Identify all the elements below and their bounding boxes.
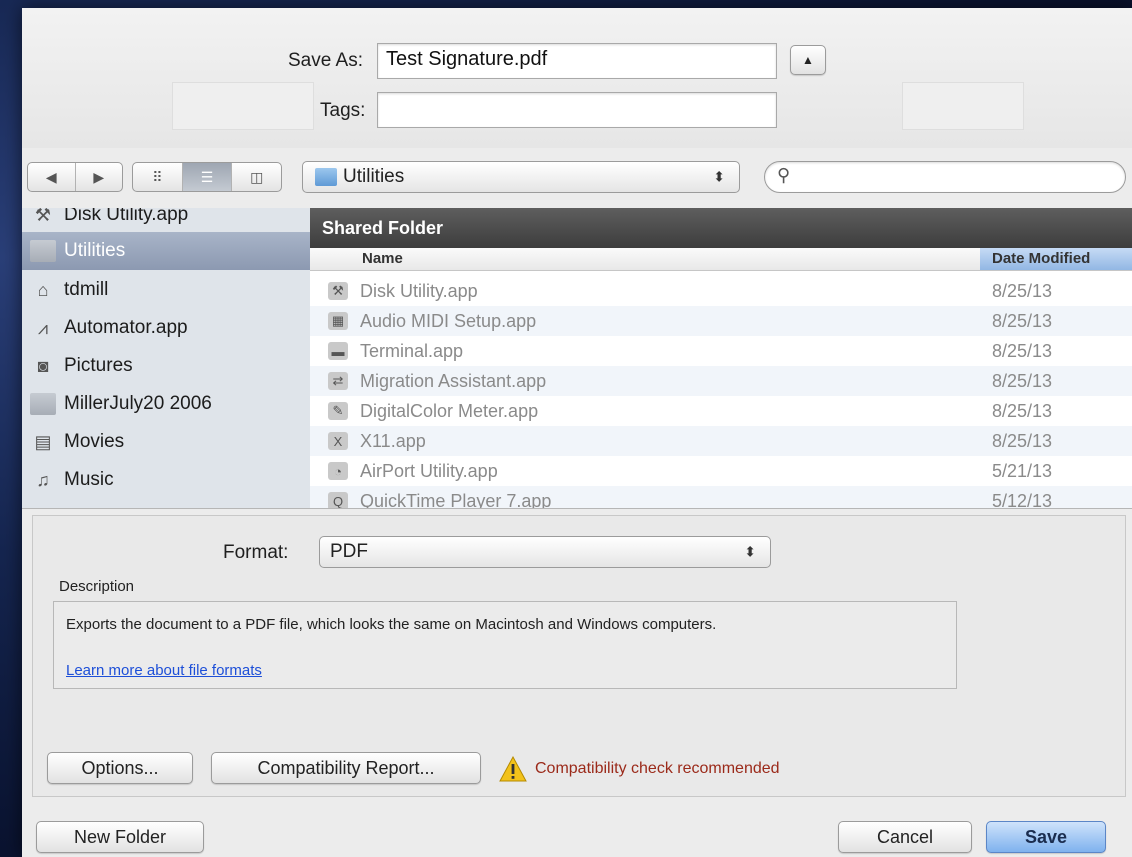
sidebar-item-tdmill[interactable]: ⌂ tdmill bbox=[22, 271, 310, 309]
list-item[interactable]: X X11.app 8/25/13 bbox=[310, 426, 1132, 456]
list-view-icon[interactable]: ☰ bbox=[181, 163, 232, 191]
sidebar-item-pictures[interactable]: ◙ Pictures bbox=[22, 347, 310, 385]
list-item[interactable]: ⇄ Migration Assistant.app 8/25/13 bbox=[310, 366, 1132, 396]
location-label: Utilities bbox=[343, 166, 405, 187]
save-as-field[interactable]: Test Signature.pdf bbox=[377, 43, 777, 79]
file-list: Shared Folder Name Date Modified ⚒ Disk … bbox=[310, 208, 1132, 508]
popup-arrows-icon: ⬍ bbox=[713, 168, 725, 185]
app-icon: ⩘ bbox=[37, 317, 49, 338]
icon-view-icon[interactable]: ⠿ bbox=[133, 163, 182, 191]
view-mode-control[interactable]: ⠿ ☰ ◫ bbox=[132, 162, 282, 192]
list-item[interactable]: ◔ AirPort Utility.app 5/21/13 bbox=[310, 456, 1132, 486]
forward-icon[interactable]: ▶ bbox=[74, 163, 123, 191]
sidebar-item-millerjuly[interactable]: MillerJuly20 2006 bbox=[22, 385, 310, 423]
learn-more-link[interactable]: Learn more about file formats bbox=[66, 662, 262, 679]
chevron-up-icon: ▲ bbox=[802, 53, 814, 67]
format-value: PDF bbox=[330, 541, 368, 562]
sidebar-item-label: Music bbox=[64, 469, 114, 490]
sidebar-item-label: tdmill bbox=[64, 279, 109, 300]
terminal-icon: ▬ bbox=[328, 342, 348, 360]
search-icon: ⚲ bbox=[777, 165, 791, 185]
save-button[interactable]: Save bbox=[986, 821, 1106, 853]
sidebar-item-utilities[interactable]: Utilities bbox=[22, 232, 310, 270]
back-icon[interactable]: ◀ bbox=[28, 163, 75, 191]
folder-icon bbox=[315, 168, 337, 186]
quicktime-icon: Q bbox=[328, 492, 348, 508]
home-icon: ⌂ bbox=[37, 279, 49, 300]
sidebar-item-movies[interactable]: ▤ Movies bbox=[22, 423, 310, 461]
list-item[interactable]: Q QuickTime Player 7.app 5/12/13 bbox=[310, 486, 1132, 508]
app-icon: ⚒ bbox=[34, 208, 52, 225]
description-box: Exports the document to a PDF file, whic… bbox=[53, 601, 957, 689]
column-view-icon[interactable]: ◫ bbox=[231, 163, 281, 191]
back-forward-control[interactable]: ◀ ▶ bbox=[27, 162, 123, 192]
sidebar-item-label: Movies bbox=[64, 431, 125, 452]
x11-icon: X bbox=[328, 432, 348, 450]
sidebar-item-music[interactable]: ♫ Music bbox=[22, 461, 310, 499]
film-icon: ▤ bbox=[34, 431, 52, 452]
description-text: Exports the document to a PDF file, whic… bbox=[66, 616, 717, 633]
sidebar: ⚒ Disk Utility.app Utilities ⌂ tdmill ⩘ … bbox=[22, 208, 311, 508]
list-item[interactable]: ▦ Audio MIDI Setup.app 8/25/13 bbox=[310, 306, 1132, 336]
sidebar-item-label: Utilities bbox=[64, 240, 126, 261]
compatibility-warning: Compatibility check recommended bbox=[535, 760, 780, 777]
app-icon: ⇄ bbox=[328, 372, 348, 390]
format-popup[interactable]: PDF ⬍ bbox=[319, 536, 771, 568]
folder-icon bbox=[30, 240, 56, 262]
popup-arrows-icon: ⬍ bbox=[744, 543, 756, 560]
sidebar-item-label: Pictures bbox=[64, 355, 133, 376]
location-popup[interactable]: Utilities ⬍ bbox=[302, 161, 740, 193]
music-icon: ♫ bbox=[36, 469, 50, 490]
app-icon: ▦ bbox=[328, 312, 348, 330]
list-title: Shared Folder bbox=[310, 208, 1132, 248]
app-icon: ⚒ bbox=[328, 282, 348, 300]
app-icon: ✎ bbox=[328, 402, 348, 420]
new-folder-button[interactable]: New Folder bbox=[36, 821, 204, 853]
save-dialog: Save As: Test Signature.pdf ▲ Tags: ◀ ▶ … bbox=[22, 8, 1132, 857]
sidebar-item-label: Disk Utility.app bbox=[64, 208, 189, 225]
format-label: Format: bbox=[223, 542, 289, 563]
list-item[interactable]: ⚒ Disk Utility.app 8/25/13 bbox=[310, 276, 1132, 306]
sidebar-item-label: Automator.app bbox=[64, 317, 188, 338]
camera-icon: ◙ bbox=[37, 355, 49, 376]
column-header: Name Date Modified bbox=[310, 248, 1132, 271]
sidebar-item-automator[interactable]: ⩘ Automator.app bbox=[22, 309, 310, 347]
save-as-label: Save As: bbox=[288, 50, 363, 71]
expand-button[interactable]: ▲ bbox=[790, 45, 826, 75]
sidebar-item-label: MillerJuly20 2006 bbox=[64, 393, 212, 414]
format-options: Format: PDF ⬍ Description Exports the do… bbox=[32, 515, 1126, 797]
tags-label: Tags: bbox=[320, 100, 366, 121]
name-column-header[interactable]: Name bbox=[362, 250, 403, 267]
compatibility-report-button[interactable]: Compatibility Report... bbox=[211, 752, 481, 784]
warning-icon bbox=[499, 756, 527, 782]
description-label: Description bbox=[59, 578, 135, 595]
search-field[interactable]: ⚲ bbox=[764, 161, 1126, 193]
list-item[interactable]: ▬ Terminal.app 8/25/13 bbox=[310, 336, 1132, 366]
date-column-header[interactable]: Date Modified bbox=[980, 248, 1132, 270]
list-item[interactable]: ✎ DigitalColor Meter.app 8/25/13 bbox=[310, 396, 1132, 426]
folder-icon bbox=[30, 393, 56, 415]
options-button[interactable]: Options... bbox=[47, 752, 193, 784]
sidebar-item-disk-utility[interactable]: ⚒ Disk Utility.app bbox=[22, 208, 310, 234]
format-panel: Format: PDF ⬍ Description Exports the do… bbox=[22, 508, 1132, 857]
cancel-button[interactable]: Cancel bbox=[838, 821, 972, 853]
wifi-icon: ◔ bbox=[328, 462, 348, 480]
tags-field[interactable] bbox=[377, 92, 777, 128]
